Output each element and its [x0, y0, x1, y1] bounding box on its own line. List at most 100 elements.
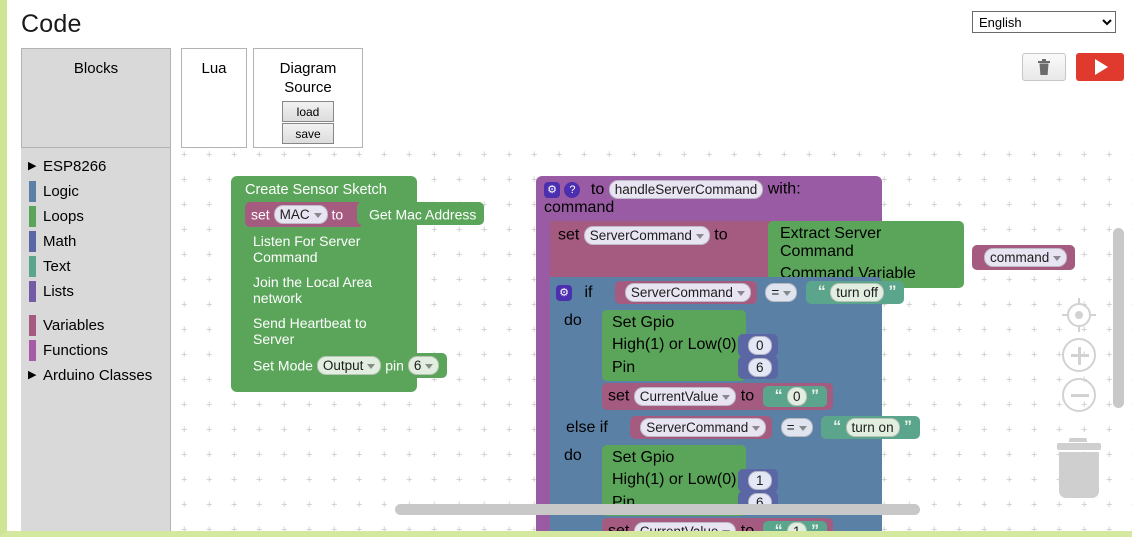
tab-lua[interactable]: Lua [181, 48, 247, 148]
grid-cross: + [331, 474, 338, 486]
grid-cross: + [431, 524, 438, 532]
vertical-scrollbar[interactable] [1113, 228, 1124, 408]
block-create-sensor-sketch[interactable]: Create Sensor Sketch set MAC to Get Mac … [231, 176, 485, 392]
variable-field-currentvalue[interactable]: CurrentValue [633, 387, 737, 407]
number-field[interactable]: 1 [748, 471, 772, 491]
load-button[interactable]: load [282, 101, 334, 122]
procedure-name-field[interactable]: handleServerCommand [608, 180, 764, 199]
grid-cross: + [956, 199, 963, 211]
tab-blocks[interactable]: Blocks [21, 48, 171, 148]
center-target-icon[interactable] [1062, 298, 1096, 332]
expand-arrow-icon: ▶ [28, 160, 37, 172]
procedure-header[interactable]: ⚙ ? to handleServerCommand with: command [536, 176, 882, 222]
gear-icon[interactable]: ⚙ [556, 284, 572, 301]
if-branch-1-do: do Set Gpio High(1) or Low(0) 0 Pin 6 se… [550, 304, 882, 411]
grid-cross: + [206, 499, 213, 511]
block-procedure-handleservercommand[interactable]: ⚙ ? to handleServerCommand with: command… [536, 176, 1076, 531]
toolbox-category-logic[interactable]: Logic [21, 179, 170, 204]
block-text-zero[interactable]: “ 0 ” [762, 386, 828, 408]
if-branch-1-header[interactable]: ⚙ if ServerCommand = “ turn off ” [550, 277, 905, 305]
block-number-pin-1[interactable]: 6 [738, 356, 778, 380]
toolbox-category-functions[interactable]: Functions [21, 338, 170, 363]
block-compare-2[interactable]: ServerCommand [630, 416, 773, 440]
text-field-value[interactable]: 1 [787, 522, 807, 531]
variable-field-mac[interactable]: MAC [273, 205, 328, 224]
grid-cross: + [456, 249, 463, 261]
grid-cross: + [356, 424, 363, 436]
workspace-zoom-controls[interactable] [1062, 298, 1096, 418]
quote-close-icon: ” [811, 387, 820, 405]
block-set-gpio-1[interactable]: Set Gpio High(1) or Low(0) 0 Pin 6 [602, 310, 778, 382]
toolbox-category-math[interactable]: Math [21, 229, 170, 254]
block-get-mac-address[interactable]: Get Mac Address [357, 202, 485, 226]
grid-cross: + [981, 149, 988, 161]
grid-cross: + [381, 399, 388, 411]
language-select[interactable]: English [972, 11, 1116, 33]
variable-field-command[interactable]: command [984, 248, 1068, 268]
grid-cross: + [856, 149, 863, 161]
run-button[interactable] [1076, 53, 1124, 81]
grid-cross: + [331, 424, 338, 436]
workspace-trash-icon[interactable] [1054, 438, 1101, 498]
block-listen-for-server-command[interactable]: Listen For Server Command [245, 230, 417, 268]
block-if-else[interactable]: ⚙ if ServerCommand = “ turn off ” do Set… [550, 277, 921, 531]
block-join-local-area-network[interactable]: Join the Local Area network [245, 271, 417, 309]
block-set-mode[interactable]: Set Mode Output pin 6 [245, 353, 448, 378]
toolbox[interactable]: ▶ ESP8266 Logic Loops Math Text Lists Variables… [21, 148, 171, 531]
grid-cross: + [1006, 399, 1013, 411]
grid-cross: + [981, 524, 988, 532]
variable-field-servercommand[interactable]: ServerCommand [624, 283, 751, 303]
blockly-workspace[interactable]: + + + + + + + + + + + + + + + + + + + + + + + + + + + + + + + + + + + + + + + +… [21, 148, 1132, 531]
operator-dropdown-1[interactable]: = [765, 283, 798, 303]
toolbox-category-loops[interactable]: Loops [21, 204, 170, 229]
to-label: to [331, 206, 344, 223]
block-set-servercommand[interactable]: set ServerCommand to Extract Server Comm… [550, 221, 1076, 289]
variable-field-currentvalue[interactable]: CurrentValue [633, 522, 737, 531]
text-field-turn-on[interactable]: turn on [845, 418, 900, 438]
save-button[interactable]: save [282, 123, 334, 144]
block-variable-command[interactable]: command [972, 245, 1076, 271]
grid-cross: + [381, 499, 388, 511]
text-field-turn-off[interactable]: turn off [830, 283, 884, 303]
block-set-currentvalue-1[interactable]: set CurrentValue to “ 0 ” [602, 383, 834, 411]
zoom-out-icon[interactable] [1062, 378, 1096, 412]
block-text-turn-on[interactable]: “ turn on ” [821, 416, 921, 440]
block-text-one[interactable]: “ 1 ” [762, 521, 828, 531]
block-send-heartbeat-to-server[interactable]: Send Heartbeat to Server [245, 312, 417, 350]
quote-close-icon: ” [904, 418, 913, 436]
tab-diagram-source[interactable]: Diagram Source load save [253, 48, 363, 148]
text-field-value[interactable]: 0 [787, 387, 807, 407]
number-field[interactable]: 6 [748, 358, 772, 378]
quote-open-icon: “ [775, 523, 783, 531]
toolbox-category-arduino-classes[interactable]: ▶ Arduino Classes [21, 363, 170, 388]
mode-dropdown[interactable]: Output [316, 356, 382, 375]
variable-field-servercommand[interactable]: ServerCommand [640, 418, 767, 438]
block-compare-1[interactable]: ServerCommand [614, 281, 757, 305]
variable-field-servercommand[interactable]: ServerCommand [583, 226, 710, 246]
if-branch-2-header[interactable]: else if ServerCommand = “ turn on ” [550, 410, 921, 440]
block-set-currentvalue-2[interactable]: set CurrentValue to “ 1 ” [602, 518, 834, 531]
toolbox-category-esp8266[interactable]: ▶ ESP8266 [21, 154, 170, 179]
toolbox-category-variables[interactable]: Variables [21, 313, 170, 338]
help-icon[interactable]: ? [564, 181, 581, 198]
pin-dropdown[interactable]: 6 [407, 356, 440, 375]
block-text-turn-off[interactable]: “ turn off ” [805, 281, 905, 305]
toolbox-separator [21, 304, 170, 313]
number-field[interactable]: 0 [748, 336, 772, 356]
grid-cross: + [231, 524, 238, 532]
grid-cross: + [506, 149, 513, 161]
horizontal-scrollbar[interactable] [395, 504, 920, 515]
grid-cross: + [956, 449, 963, 461]
gear-icon[interactable]: ⚙ [544, 181, 560, 198]
grid-cross: + [556, 149, 563, 161]
grid-cross: + [231, 499, 238, 511]
delete-button[interactable] [1022, 53, 1066, 81]
chevron-down-icon [736, 291, 745, 297]
grid-cross: + [206, 274, 213, 286]
toolbox-category-lists[interactable]: Lists [21, 279, 170, 304]
grid-cross: + [206, 174, 213, 186]
toolbox-category-text[interactable]: Text [21, 254, 170, 279]
operator-dropdown-2[interactable]: = [780, 418, 813, 438]
block-set-mac[interactable]: set MAC to Get Mac Address [245, 202, 485, 227]
zoom-in-icon[interactable] [1062, 338, 1096, 372]
